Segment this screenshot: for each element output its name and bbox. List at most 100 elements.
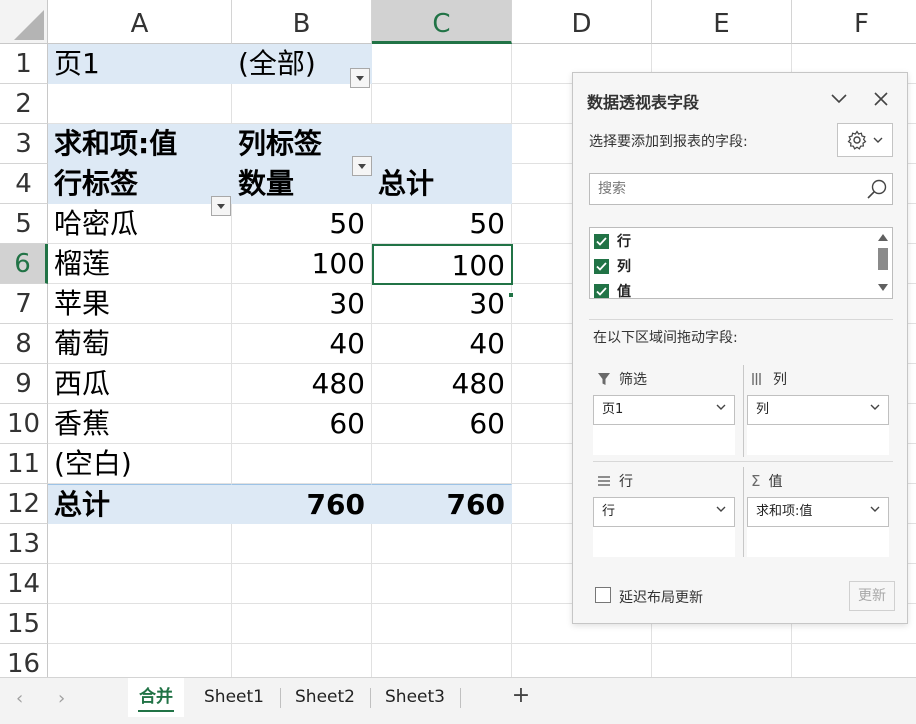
- row-header-9[interactable]: 9: [0, 364, 48, 404]
- prev-sheet-icon[interactable]: ‹: [16, 688, 23, 709]
- empty-cell[interactable]: [372, 644, 512, 677]
- scroll-thumb[interactable]: [878, 248, 888, 270]
- filter-dropdown-button[interactable]: [350, 68, 370, 88]
- empty-cell[interactable]: [792, 644, 916, 677]
- chevron-down-icon[interactable]: [716, 403, 726, 411]
- checkbox-checked-icon[interactable]: [594, 258, 609, 274]
- row-header-12[interactable]: 12: [0, 484, 48, 524]
- pivot-total-cell[interactable]: 40: [372, 324, 512, 364]
- pivot-total-cell[interactable]: [372, 444, 512, 484]
- update-button[interactable]: 更新: [849, 581, 895, 611]
- sheet-tab-merge[interactable]: 合并: [128, 678, 184, 718]
- row-header-2[interactable]: 2: [0, 84, 48, 124]
- values-area-item[interactable]: 求和项:值: [747, 497, 889, 527]
- rows-area-item[interactable]: 行: [593, 497, 735, 527]
- empty-cell[interactable]: [512, 644, 652, 677]
- fill-handle[interactable]: [508, 292, 514, 298]
- field-search-input[interactable]: [590, 174, 860, 204]
- row-labels-dropdown-button[interactable]: [211, 196, 231, 216]
- row-header-1[interactable]: 1: [0, 44, 48, 84]
- row-header-7[interactable]: 7: [0, 284, 48, 324]
- search-icon[interactable]: [866, 178, 888, 200]
- checkbox-checked-icon[interactable]: [594, 233, 609, 249]
- grand-total-total[interactable]: 760: [372, 484, 512, 524]
- grand-total-quantity[interactable]: 760: [232, 484, 372, 524]
- filters-area-item[interactable]: 页1: [593, 395, 735, 425]
- empty-cell[interactable]: [652, 644, 792, 677]
- column-header-c[interactable]: C: [372, 0, 512, 44]
- row-header-16[interactable]: 16: [0, 644, 48, 677]
- sheet-tab-sheet3[interactable]: Sheet3: [372, 678, 458, 718]
- rows-drop-zone[interactable]: [593, 527, 735, 557]
- field-item-row[interactable]: 行: [594, 230, 631, 252]
- defer-update-label[interactable]: 延迟布局更新: [619, 587, 703, 607]
- empty-cell[interactable]: [232, 604, 372, 644]
- chevron-down-icon[interactable]: [870, 403, 880, 411]
- pivot-quantity-cell[interactable]: 60: [232, 404, 372, 444]
- empty-cell[interactable]: [48, 604, 232, 644]
- empty-cell[interactable]: [232, 644, 372, 677]
- pivot-row-label[interactable]: 哈密瓜: [48, 204, 232, 244]
- pivot-row-label[interactable]: 葡萄: [48, 324, 232, 364]
- add-sheet-button[interactable]: +: [510, 684, 532, 708]
- pivot-filter-label[interactable]: 页1: [48, 44, 232, 84]
- close-pane-button[interactable]: [869, 87, 893, 111]
- next-sheet-icon[interactable]: ›: [58, 688, 65, 709]
- collapse-pane-button[interactable]: [827, 87, 851, 111]
- pivot-value-caption[interactable]: 求和项:值: [48, 124, 232, 164]
- column-header-b[interactable]: B: [232, 0, 372, 44]
- column-header-f[interactable]: F: [792, 0, 916, 44]
- select-all-corner[interactable]: [0, 0, 48, 44]
- pivot-row-label[interactable]: 苹果: [48, 284, 232, 324]
- pivot-total-cell[interactable]: 30: [372, 284, 512, 324]
- chevron-down-icon[interactable]: [870, 505, 880, 513]
- pivot-row-labels-caption[interactable]: 行标签: [48, 164, 232, 204]
- pivot-quantity-cell[interactable]: 40: [232, 324, 372, 364]
- empty-cell[interactable]: [48, 644, 232, 677]
- filters-drop-zone[interactable]: [593, 425, 735, 455]
- chevron-down-icon[interactable]: [716, 505, 726, 513]
- pivot-row-label[interactable]: 香蕉: [48, 404, 232, 444]
- empty-cell[interactable]: [48, 564, 232, 604]
- pivot-quantity-cell[interactable]: [232, 444, 372, 484]
- pivot-row-label[interactable]: 西瓜: [48, 364, 232, 404]
- defer-update-checkbox[interactable]: [595, 587, 611, 603]
- empty-cell[interactable]: [372, 524, 512, 564]
- empty-cell[interactable]: [48, 84, 232, 124]
- column-header-d[interactable]: D: [512, 0, 652, 44]
- columns-area-item[interactable]: 列: [747, 395, 889, 425]
- pivot-total-header[interactable]: 总计: [372, 164, 512, 204]
- row-header-13[interactable]: 13: [0, 524, 48, 564]
- empty-cell[interactable]: [372, 44, 512, 84]
- pivot-total-cell[interactable]: 480: [372, 364, 512, 404]
- column-labels-dropdown-button[interactable]: [352, 156, 372, 176]
- field-list-settings-button[interactable]: [837, 123, 893, 157]
- checkbox-checked-icon[interactable]: [594, 283, 609, 298]
- empty-cell[interactable]: [48, 524, 232, 564]
- pivot-quantity-cell[interactable]: 480: [232, 364, 372, 404]
- active-cell-c6[interactable]: 100: [372, 244, 513, 285]
- field-list-scrollbar[interactable]: [874, 228, 892, 298]
- columns-drop-zone[interactable]: [747, 425, 889, 455]
- row-header-11[interactable]: 11: [0, 444, 48, 484]
- empty-cell[interactable]: [372, 564, 512, 604]
- row-header-3[interactable]: 3: [0, 124, 48, 164]
- row-header-8[interactable]: 8: [0, 324, 48, 364]
- empty-cell[interactable]: [372, 604, 512, 644]
- row-header-4[interactable]: 4: [0, 164, 48, 204]
- field-item-column[interactable]: 列: [594, 255, 631, 277]
- row-header-10[interactable]: 10: [0, 404, 48, 444]
- values-drop-zone[interactable]: [747, 527, 889, 557]
- scroll-down-icon[interactable]: [878, 284, 888, 291]
- sheet-tab-sheet1[interactable]: Sheet1: [190, 678, 278, 718]
- pivot-header-cell[interactable]: [372, 124, 512, 164]
- row-header-6[interactable]: 6: [0, 244, 48, 284]
- empty-cell[interactable]: [232, 524, 372, 564]
- empty-cell[interactable]: [232, 564, 372, 604]
- field-item-value[interactable]: 值: [594, 280, 631, 298]
- field-search-box[interactable]: [589, 173, 893, 205]
- pivot-quantity-header[interactable]: 数量: [232, 164, 372, 204]
- scroll-up-icon[interactable]: [878, 234, 888, 241]
- row-header-14[interactable]: 14: [0, 564, 48, 604]
- pivot-column-labels-caption[interactable]: 列标签: [232, 124, 372, 164]
